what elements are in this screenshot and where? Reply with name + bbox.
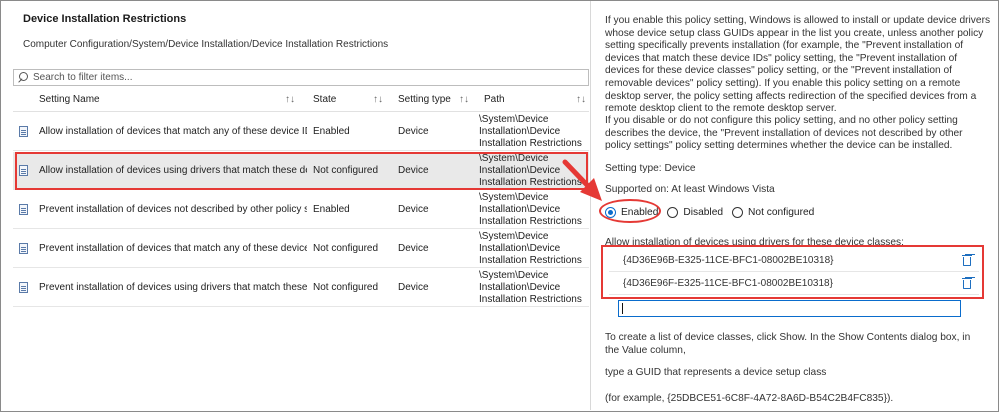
- path-line: Installation\Device: [479, 126, 561, 137]
- path-line: \System\Device: [479, 114, 549, 125]
- path-cell: \System\Device Installation\Device Insta…: [479, 114, 587, 150]
- settings-list-pane: Device Installation Restrictions Compute…: [1, 1, 589, 410]
- setting-type-cell: Device: [398, 204, 429, 215]
- path-cell: \System\Device Installation\Device Insta…: [479, 231, 587, 267]
- policy-document-icon: [19, 243, 28, 254]
- policy-description: If you enable this policy setting, Windo…: [605, 15, 991, 115]
- policy-document-icon: [19, 126, 28, 137]
- path-cell: \System\Device Installation\Device Insta…: [479, 270, 587, 306]
- policy-document-icon: [19, 282, 28, 293]
- setting-type-cell: Device: [398, 243, 429, 254]
- path-line: Installation\Device: [479, 243, 561, 254]
- radio-button[interactable]: [667, 206, 679, 218]
- annotation-circle-enabled: [599, 199, 661, 223]
- search-box[interactable]: Search to filter items...: [13, 69, 589, 86]
- state-cell: Not configured: [313, 243, 379, 254]
- path-line: Installation Restrictions: [479, 138, 582, 149]
- path-cell: \System\Device Installation\Device Insta…: [479, 192, 587, 228]
- setting-name-cell: Prevent installation of devices not desc…: [39, 204, 307, 215]
- sort-icon[interactable]: ↑↓: [576, 89, 586, 111]
- supported-on-label: Supported on: At least Windows Vista: [605, 184, 775, 195]
- state-cell: Enabled: [313, 126, 350, 137]
- radio-label: Disabled: [683, 206, 724, 218]
- path-line: Installation\Device: [479, 204, 561, 215]
- sort-icon[interactable]: ↑↓: [459, 89, 469, 111]
- help-text-example: (for example, {25DBCE51-6C8F-4A72-8A6D-B…: [605, 393, 894, 404]
- path-line: Installation Restrictions: [479, 255, 582, 266]
- table-header: Setting Name ↑↓ State ↑↓ Setting type ↑↓…: [13, 89, 589, 112]
- table-row[interactable]: Prevent installation of devices using dr…: [13, 269, 589, 307]
- breadcrumb-path: Computer Configuration/System/Device Ins…: [23, 39, 389, 50]
- path-line: Installation Restrictions: [479, 294, 582, 305]
- table-row[interactable]: Allow installation of devices that match…: [13, 113, 589, 151]
- setting-name-cell: Prevent installation of devices using dr…: [39, 282, 307, 293]
- state-cell: Enabled: [313, 204, 350, 215]
- radio-label: Not configured: [748, 206, 815, 218]
- setting-type-cell: Device: [398, 126, 429, 137]
- column-header-setting-type[interactable]: Setting type: [398, 89, 451, 111]
- setting-name-cell: Prevent installation of devices that mat…: [39, 243, 307, 254]
- setting-type-label: Setting type: Device: [605, 163, 696, 174]
- path-line: Installation Restrictions: [479, 216, 582, 227]
- setting-type-cell: Device: [398, 282, 429, 293]
- help-text-show: To create a list of device classes, clic…: [605, 332, 971, 356]
- path-line: \System\Device: [479, 270, 549, 281]
- policy-detail-pane: If you enable this policy setting, Windo…: [590, 1, 998, 410]
- search-icon: [17, 71, 31, 85]
- policy-document-icon: [19, 204, 28, 215]
- radio-button[interactable]: [732, 206, 744, 218]
- help-text-guid: type a GUID that represents a device set…: [605, 367, 827, 378]
- state-cell: Not configured: [313, 282, 379, 293]
- column-header-setting-name[interactable]: Setting Name: [39, 89, 100, 111]
- path-line: \System\Device: [479, 192, 549, 203]
- table-row[interactable]: Prevent installation of devices that mat…: [13, 230, 589, 268]
- sort-icon[interactable]: ↑↓: [285, 89, 295, 111]
- text-caret: [622, 303, 623, 314]
- radio-not-configured[interactable]: Not configured: [732, 206, 815, 218]
- annotation-highlight-guid-list: [601, 245, 984, 299]
- radio-disabled[interactable]: Disabled: [667, 206, 724, 218]
- column-header-path[interactable]: Path: [484, 89, 505, 111]
- path-line: Installation\Device: [479, 282, 561, 293]
- table-row[interactable]: Prevent installation of devices not desc…: [13, 191, 589, 229]
- setting-name-cell: Allow installation of devices that match…: [39, 126, 307, 137]
- page-title: Device Installation Restrictions: [23, 13, 187, 25]
- sort-icon[interactable]: ↑↓: [373, 89, 383, 111]
- search-input[interactable]: Search to filter items...: [33, 72, 132, 83]
- annotation-highlight-selected-row: [15, 152, 588, 190]
- new-guid-input[interactable]: [618, 300, 961, 317]
- policy-description-disabled: If you disable or do not configure this …: [605, 115, 963, 152]
- path-line: \System\Device: [479, 231, 549, 242]
- column-header-state[interactable]: State: [313, 89, 336, 111]
